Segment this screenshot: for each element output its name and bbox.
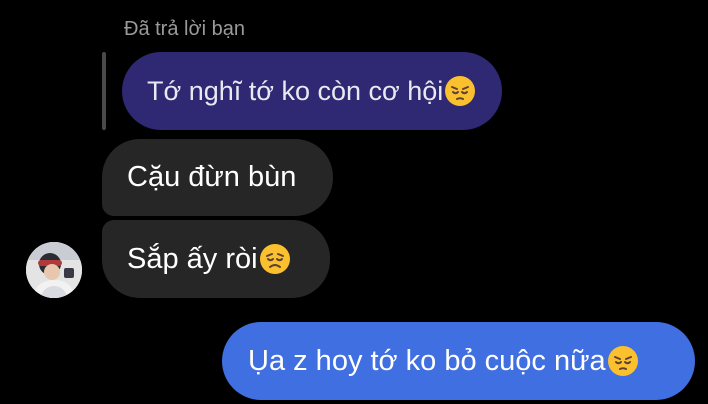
contact-avatar[interactable] xyxy=(26,242,82,298)
reply-quote-bar xyxy=(102,52,106,130)
incoming-message-bubble[interactable]: Cặu đừn bùn xyxy=(102,139,333,216)
pensive-face-icon xyxy=(444,75,476,107)
disappointed-face-icon xyxy=(259,243,291,275)
pensive-face-icon xyxy=(607,345,639,377)
message-text: Ụa z hoy tớ ko bỏ cuộc nữa xyxy=(248,344,606,377)
reply-header-label: Đã trả lời bạn xyxy=(124,18,245,40)
message-text: Sắp ấy ròi xyxy=(127,242,258,275)
message-text: Tớ nghĩ tớ ko còn cơ hội xyxy=(147,75,444,106)
outgoing-message-bubble[interactable]: Ụa z hoy tớ ko bỏ cuộc nữa xyxy=(222,322,695,400)
incoming-message-bubble[interactable]: Sắp ấy ròi xyxy=(102,220,330,298)
message-text: Cặu đừn bùn xyxy=(127,161,297,193)
quoted-message-bubble[interactable]: Tớ nghĩ tớ ko còn cơ hội xyxy=(122,52,502,130)
